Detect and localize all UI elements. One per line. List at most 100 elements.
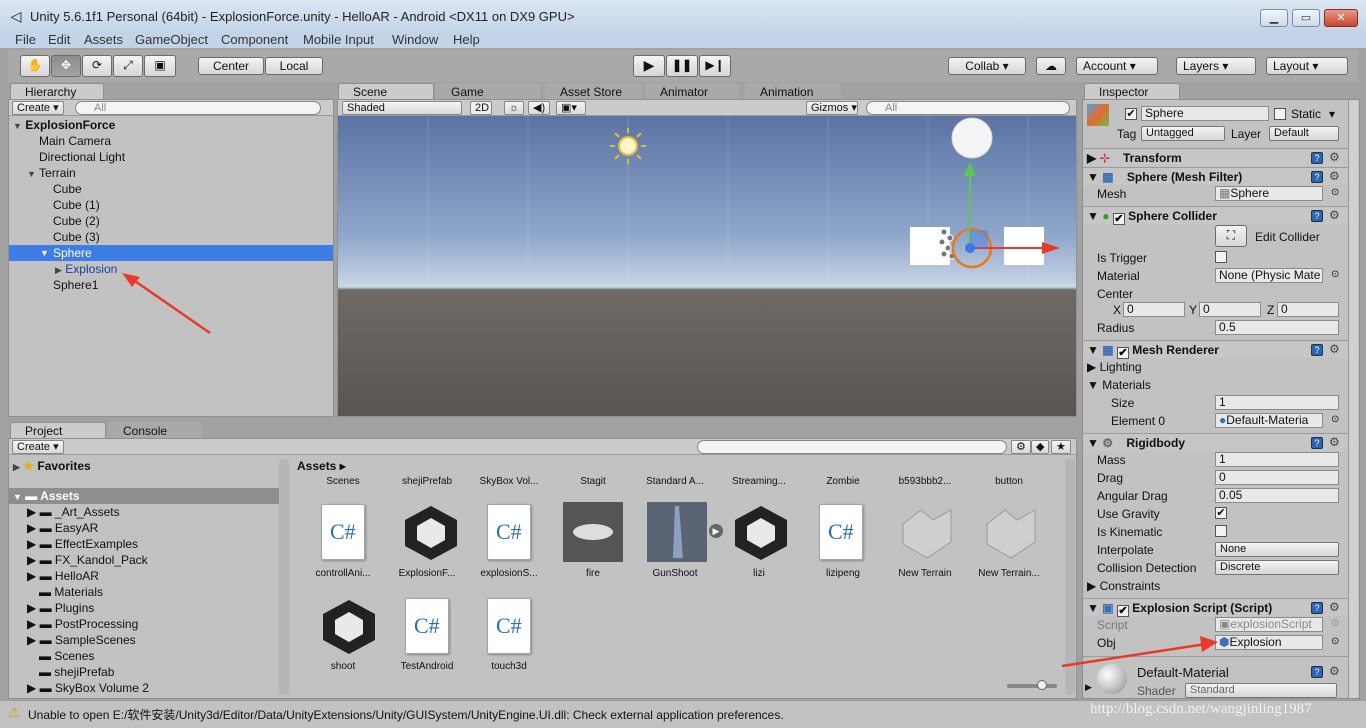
menu-mobile-input[interactable]: Mobile Input	[303, 32, 374, 48]
asset-top-label[interactable]: Stagit	[553, 476, 633, 487]
filter-type-icon[interactable]: ⚙	[1011, 440, 1031, 454]
folder-item[interactable]: ▶ ▬ Plugins	[27, 600, 94, 616]
folder-item[interactable]: ▶ ▬ _Art_Assets	[27, 504, 120, 520]
asset-top-label[interactable]: Scenes	[303, 476, 383, 487]
filter-label-icon[interactable]: ◆	[1031, 440, 1050, 454]
expand-arrow-icon[interactable]: ▶	[709, 524, 723, 538]
terrain-icon[interactable]	[897, 502, 957, 562]
asset-label[interactable]: ExplosionF...	[387, 568, 467, 579]
settings-gear-icon[interactable]: ⚙	[1329, 664, 1340, 678]
tab-project[interactable]: Project	[10, 422, 106, 439]
settings-gear-icon[interactable]: ⚙	[1329, 600, 1340, 614]
hierarchy-item-directional-light[interactable]: Directional Light	[39, 149, 125, 165]
csharp-script-icon[interactable]: C#	[487, 598, 531, 654]
element0-field[interactable]: ●Default-Materia	[1215, 413, 1323, 428]
materials-foldout[interactable]: ▼ Materials	[1087, 378, 1151, 392]
csharp-script-icon[interactable]: C#	[487, 504, 531, 560]
favorites-item[interactable]: ▶ ★ Favorites	[13, 458, 91, 474]
terrain-icon[interactable]	[981, 502, 1041, 562]
menu-file[interactable]: File	[15, 32, 36, 48]
folder-item[interactable]: ▬ shejiPrefab	[39, 664, 114, 680]
tab-console[interactable]: Console	[108, 422, 202, 439]
tab-inspector[interactable]: Inspector	[1084, 83, 1180, 100]
hierarchy-item-cube-2[interactable]: Cube (2)	[53, 213, 100, 229]
project-create-button[interactable]: Create ▾	[12, 440, 64, 454]
gameobject-name-field[interactable]: Sphere	[1141, 106, 1269, 121]
collision-detection-dropdown[interactable]: Discrete	[1215, 560, 1339, 575]
asset-label[interactable]: touch3d	[469, 661, 549, 672]
settings-gear-icon[interactable]: ⚙	[1329, 342, 1340, 356]
shading-dropdown[interactable]: Shaded	[342, 101, 462, 115]
zoom-slider-handle[interactable]	[1037, 680, 1047, 690]
unity-scene-icon[interactable]	[731, 502, 791, 562]
collider-material-field[interactable]: None (Physic Mate	[1215, 268, 1323, 283]
hierarchy-item-cube-1[interactable]: Cube (1)	[53, 197, 100, 213]
effects-dropdown-icon[interactable]: ▣▾	[556, 101, 586, 115]
status-message[interactable]: Unable to open E:/软件安装/Unity3d/Editor/Da…	[28, 706, 784, 723]
layer-dropdown[interactable]: Default	[1269, 126, 1339, 141]
csharp-script-icon[interactable]: C#	[321, 504, 365, 560]
center-x-field[interactable]: 0	[1123, 302, 1185, 317]
asset-top-label[interactable]: SkyBox Vol...	[469, 476, 549, 487]
close-button[interactable]: ✕	[1324, 9, 1358, 27]
object-picker-icon[interactable]: ⊙	[1331, 269, 1339, 280]
mesh-field[interactable]: ▦Sphere	[1215, 186, 1323, 201]
asset-label[interactable]: lizipeng	[803, 568, 883, 579]
renderer-enabled-checkbox[interactable]: ✔	[1116, 347, 1129, 359]
is-kinematic-checkbox[interactable]	[1215, 525, 1227, 537]
folder-item[interactable]: ▶ ▬ FX_Kandol_Pack	[27, 552, 148, 568]
scene-search-input[interactable]: All	[866, 101, 1070, 115]
asset-label[interactable]: TestAndroid	[387, 661, 467, 672]
expand-arrow-icon[interactable]: ▶	[1085, 682, 1092, 693]
folder-item[interactable]: ▶ ▬ SampleScenes	[27, 632, 136, 648]
asset-label[interactable]: lizi	[719, 568, 799, 579]
asset-top-label[interactable]: button	[969, 476, 1049, 487]
csharp-script-icon[interactable]: C#	[405, 598, 449, 654]
audio-toggle-icon[interactable]: ◀)	[528, 101, 551, 115]
help-icon[interactable]: ?	[1311, 437, 1323, 449]
scene-viewport[interactable]	[338, 116, 1076, 416]
materials-size-field[interactable]: 1	[1215, 395, 1339, 410]
hierarchy-item-sphere1[interactable]: Sphere1	[53, 277, 98, 293]
project-search-input[interactable]	[697, 440, 1007, 454]
fire-texture-icon[interactable]	[563, 502, 623, 562]
collider-enabled-checkbox[interactable]: ✔	[1112, 213, 1125, 225]
favorite-star-icon[interactable]: ★	[1051, 440, 1071, 454]
asset-label[interactable]: shoot	[303, 661, 383, 672]
mode-2d-toggle[interactable]: 2D	[470, 101, 492, 115]
hierarchy-item-terrain[interactable]: ▼ Terrain	[27, 165, 76, 181]
object-picker-icon[interactable]: ⊙	[1331, 636, 1339, 647]
tab-animator[interactable]: Animator	[645, 83, 739, 100]
folder-item[interactable]: ▶ ▬ EasyAR	[27, 520, 98, 536]
hierarchy-item-main-camera[interactable]: Main Camera	[39, 133, 111, 149]
tab-asset-store[interactable]: Asset Store	[545, 83, 641, 100]
settings-gear-icon[interactable]: ⚙	[1329, 169, 1340, 183]
zoom-slider[interactable]	[1007, 684, 1057, 688]
pause-button[interactable]: ❚❚	[666, 55, 698, 77]
menu-gameobject[interactable]: GameObject	[135, 32, 208, 48]
help-icon[interactable]: ?	[1311, 602, 1323, 614]
unity-scene-icon[interactable]	[319, 596, 379, 656]
inspector-scrollbar[interactable]	[1348, 100, 1358, 698]
object-picker-icon[interactable]: ⊙	[1331, 414, 1339, 425]
pivot-local-button[interactable]: Local	[265, 57, 323, 75]
asset-top-label[interactable]: Standard A...	[635, 476, 715, 487]
asset-top-label[interactable]: Zombie	[803, 476, 883, 487]
edit-collider-icon[interactable]: ⛶	[1215, 225, 1247, 247]
folder-tree-scrollbar[interactable]	[279, 459, 289, 695]
folder-item[interactable]: ▶ ▬ SkyBox Volume 2	[27, 680, 149, 696]
hierarchy-item-cube-3[interactable]: Cube (3)	[53, 229, 100, 245]
scene-view[interactable]: Shaded 2D ☼ ◀) ▣▾ Gizmos ▾ All	[337, 99, 1077, 417]
tag-dropdown[interactable]: Untagged	[1141, 126, 1225, 141]
scale-tool-icon[interactable]: ⤢	[113, 55, 143, 77]
constraints-foldout[interactable]: ▶ Constraints	[1087, 579, 1160, 593]
hierarchy-item-sphere[interactable]: ▼ Sphere	[9, 245, 333, 261]
folder-item[interactable]: ▬ Scenes	[39, 648, 94, 664]
menu-component[interactable]: Component	[221, 32, 288, 48]
asset-label[interactable]: New Terrain...	[969, 568, 1049, 579]
rotate-tool-icon[interactable]: ⟳	[82, 55, 112, 77]
tab-game[interactable]: Game	[436, 83, 540, 100]
layout-dropdown[interactable]: Layout ▾	[1266, 57, 1348, 75]
static-dropdown-icon[interactable]: ▾	[1329, 107, 1335, 121]
asset-label[interactable]: GunShoot	[635, 568, 715, 579]
